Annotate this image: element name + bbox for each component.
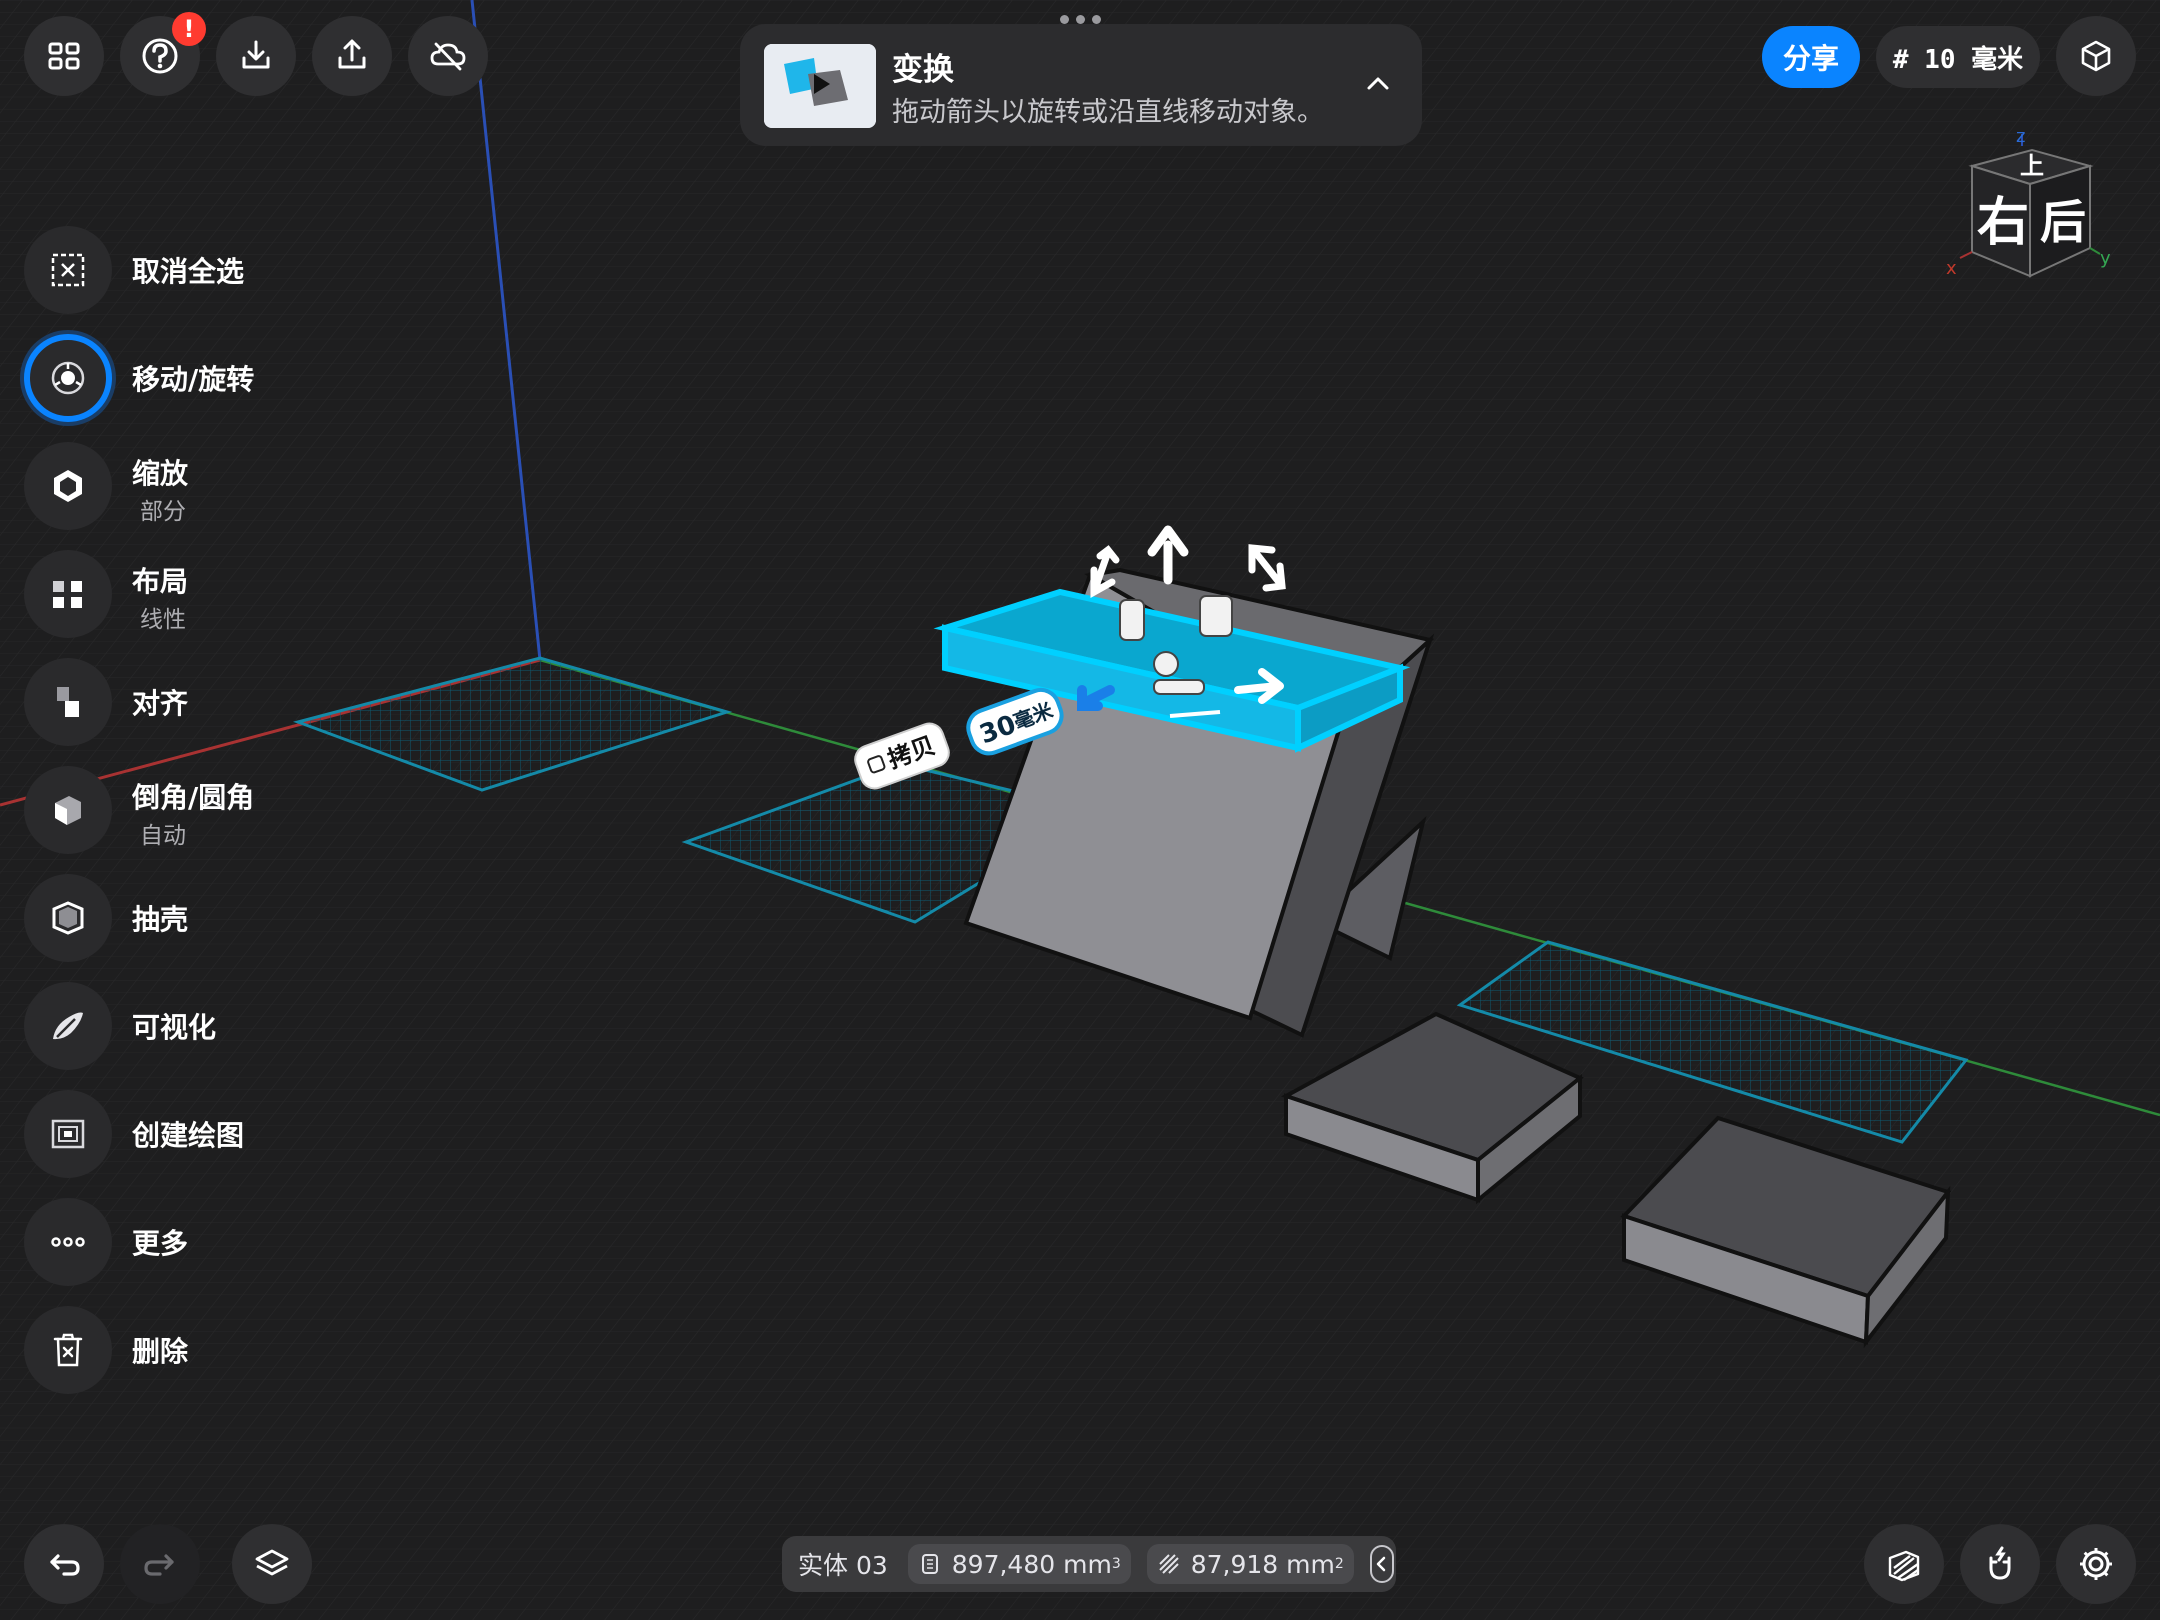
grid-menu-button[interactable] — [24, 16, 104, 96]
tool-label: 对齐 — [132, 687, 189, 720]
redo-button[interactable] — [120, 1524, 200, 1604]
gear-icon — [2080, 1548, 2112, 1580]
snapping-button[interactable] — [1960, 1524, 2040, 1604]
cloud-sync-button[interactable] — [408, 16, 488, 96]
tool-shell[interactable]: 抽壳 — [24, 874, 344, 964]
tool-label: 缩放 — [132, 457, 189, 490]
chevron-up-icon[interactable] — [1354, 60, 1402, 108]
delete-icon — [53, 1333, 83, 1367]
view-cube[interactable]: 上 右 后 z x y — [1930, 126, 2120, 290]
tool-label: 更多 — [132, 1227, 189, 1260]
volume-value: 897,480 mm — [951, 1549, 1112, 1579]
tool-sublabel: 自动 — [140, 823, 186, 849]
tool-chamfer-fillet[interactable]: 倒角/圆角 自动 — [24, 766, 344, 856]
chamfer-fillet-icon — [55, 796, 81, 825]
view-mode-button[interactable] — [2056, 16, 2136, 96]
tool-sublabel: 线性 — [140, 607, 186, 633]
settings-button[interactable] — [2056, 1524, 2136, 1604]
tool-label: 移动/旋转 — [132, 363, 255, 396]
volume-exponent: 3 — [1111, 1556, 1121, 1572]
area-icon — [1159, 1554, 1179, 1574]
visualize-icon — [53, 1012, 83, 1040]
align-icon — [57, 687, 79, 717]
tool-label: 抽壳 — [132, 903, 189, 936]
isometric-cube-icon — [2081, 40, 2111, 72]
tool-create-drawing[interactable]: 创建绘图 — [24, 1090, 344, 1180]
import-button[interactable] — [216, 16, 296, 96]
more-icon — [51, 1237, 85, 1247]
scale-icon — [54, 470, 82, 502]
tool-label: 删除 — [132, 1335, 189, 1368]
tool-scale[interactable]: 缩放 部分 — [24, 442, 344, 532]
tool-label: 倒角/圆角 — [132, 781, 255, 814]
redo-icon — [144, 1554, 174, 1576]
tool-pattern[interactable]: 布局 线性 — [24, 550, 344, 640]
hint-thumbnail — [764, 44, 876, 128]
hint-title: 变换 — [892, 52, 954, 88]
tool-visualize[interactable]: 可视化 — [24, 982, 344, 1072]
grid-size-button[interactable]: # 10 毫米 — [1876, 26, 2040, 88]
tool-label: 创建绘图 — [132, 1119, 245, 1152]
selected-body-name: 实体 03 — [798, 1551, 888, 1580]
cloud-off-icon — [430, 42, 466, 71]
selection-status-bar[interactable]: 实体 03 897,480 mm 3 87,918 mm 2 — [782, 1536, 1396, 1592]
tool-align[interactable]: 对齐 — [24, 658, 344, 748]
export-icon — [338, 39, 366, 69]
help-icon — [142, 38, 178, 74]
section-view-icon — [1888, 1550, 1920, 1582]
share-button[interactable]: 分享 — [1762, 26, 1860, 88]
tool-more[interactable]: 更多 — [24, 1198, 344, 1288]
magnet-icon — [1989, 1546, 2011, 1580]
import-icon — [242, 40, 270, 69]
tool-label: 取消全选 — [132, 255, 245, 288]
volume-chip[interactable]: 897,480 mm 3 — [907, 1544, 1131, 1584]
tool-label: 可视化 — [132, 1011, 217, 1044]
layers-button[interactable] — [232, 1524, 312, 1604]
tool-sublabel: 部分 — [140, 499, 186, 525]
export-button[interactable] — [312, 16, 392, 96]
area-value: 87,918 mm — [1190, 1549, 1335, 1579]
tool-delete[interactable]: 删除 — [24, 1306, 344, 1396]
tool-move-rotate[interactable]: 移动/旋转 — [24, 334, 344, 424]
pattern-icon — [53, 581, 82, 608]
deselect-icon — [51, 253, 85, 287]
undo-button[interactable] — [24, 1524, 104, 1604]
view-cube-top[interactable]: 上 — [2020, 152, 2044, 180]
hint-card[interactable]: 变换 拖动箭头以旋转或沿直线移动对象。 — [740, 24, 1422, 146]
axis-z-label: z — [2016, 130, 2025, 147]
view-cube-side[interactable]: 后 — [2040, 195, 2086, 249]
shell-icon — [52, 901, 84, 935]
grid-icon — [48, 42, 80, 70]
hint-text: 拖动箭头以旋转或沿直线移动对象。 — [892, 97, 1324, 128]
move-rotate-icon — [51, 361, 85, 395]
axis-y-label: y — [2100, 248, 2111, 269]
axis-x-label: x — [1946, 258, 1957, 279]
layers-icon — [255, 1549, 289, 1576]
section-view-button[interactable] — [1864, 1524, 1944, 1604]
tool-label: 布局 — [132, 565, 189, 598]
undo-icon — [50, 1554, 80, 1576]
area-chip[interactable]: 87,918 mm 2 — [1146, 1544, 1354, 1584]
volume-icon — [921, 1554, 938, 1574]
drawing-icon — [51, 1119, 85, 1149]
chevron-left-icon[interactable] — [1369, 1545, 1394, 1583]
notification-badge: ! — [172, 12, 206, 46]
area-exponent: 2 — [1334, 1556, 1344, 1572]
tool-deselect-all[interactable]: 取消全选 — [24, 226, 344, 316]
view-cube-front[interactable]: 右 — [1977, 193, 2029, 253]
